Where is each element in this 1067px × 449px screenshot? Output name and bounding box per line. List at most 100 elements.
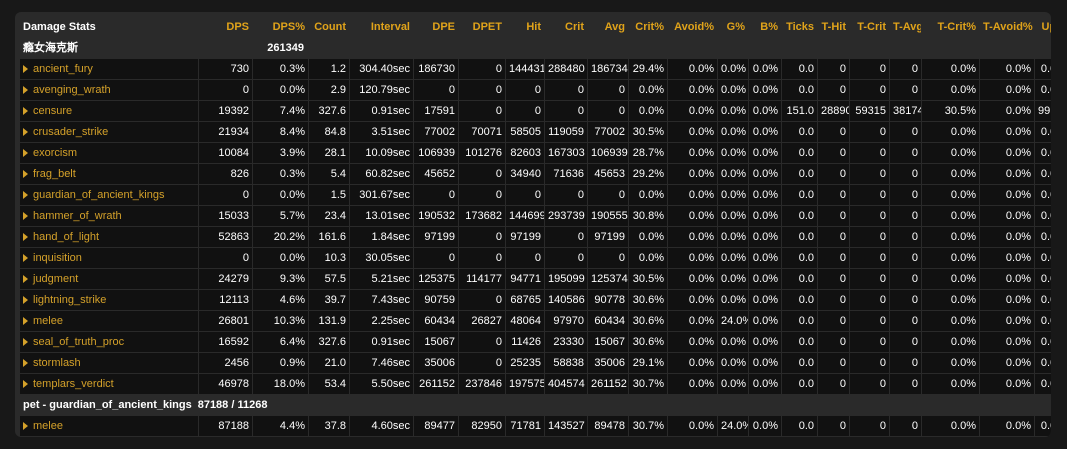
stat-cell: 301.67sec bbox=[350, 185, 413, 205]
ability-name-link[interactable]: seal_of_truth_proc bbox=[20, 332, 198, 352]
table-row[interactable]: melee 87188 4.4% 37.8 4.60sec 89477 82950 71781… bbox=[20, 416, 1051, 436]
triangle-right-icon[interactable] bbox=[23, 65, 28, 73]
stat-cell: 0 bbox=[588, 101, 628, 121]
stat-cell: 30.8% bbox=[629, 206, 667, 226]
triangle-right-icon[interactable] bbox=[23, 254, 28, 262]
table-row[interactable]: crusader_strike 21934 8.4% 84.8 3.51sec 77002… bbox=[20, 122, 1051, 142]
stat-cell: 0 bbox=[506, 248, 544, 268]
table-row[interactable]: templars_verdict 46978 18.0% 53.4 5.50sec 261… bbox=[20, 374, 1051, 394]
ability-name-link[interactable]: frag_belt bbox=[20, 164, 198, 184]
triangle-right-icon[interactable] bbox=[23, 296, 28, 304]
table-row[interactable]: frag_belt 826 0.3% 5.4 60.82sec 45652 0 34940 71… bbox=[20, 164, 1051, 184]
triangle-right-icon[interactable] bbox=[23, 86, 28, 94]
ability-name-link[interactable]: inquisition bbox=[20, 248, 198, 268]
triangle-right-icon[interactable] bbox=[23, 317, 28, 325]
triangle-right-icon[interactable] bbox=[23, 149, 28, 157]
stat-cell: 0.0% bbox=[718, 80, 748, 100]
triangle-right-icon[interactable] bbox=[23, 170, 28, 178]
stat-cell: 0 bbox=[890, 164, 921, 184]
stat-cell: 0.0% bbox=[668, 206, 717, 226]
stat-cell: 0 bbox=[818, 80, 849, 100]
stat-cell: 25235 bbox=[506, 353, 544, 373]
ability-name-link[interactable]: hammer_of_wrath bbox=[20, 206, 198, 226]
stat-cell: 38174 bbox=[890, 101, 921, 121]
stat-cell: 82950 bbox=[459, 416, 505, 436]
stat-cell: 0 bbox=[506, 101, 544, 121]
stat-cell: 0.3% bbox=[253, 59, 308, 79]
ability-name-link[interactable]: ancient_fury bbox=[20, 59, 198, 79]
triangle-right-icon[interactable] bbox=[23, 359, 28, 367]
ability-name-link[interactable]: exorcism bbox=[20, 143, 198, 163]
ability-name-link[interactable]: guardian_of_ancient_kings bbox=[20, 185, 198, 205]
triangle-right-icon[interactable] bbox=[23, 422, 28, 430]
column-header: B% bbox=[760, 21, 778, 33]
ability-name-link[interactable]: crusader_strike bbox=[20, 122, 198, 142]
table-row[interactable]: seal_of_truth_proc 16592 6.4% 327.6 0.91sec 1… bbox=[20, 332, 1051, 352]
ability-name: avenging_wrath bbox=[33, 84, 111, 96]
ability-name-link[interactable]: hand_of_light bbox=[20, 227, 198, 247]
stat-cell: 0.0% bbox=[749, 332, 781, 352]
table-row[interactable]: hammer_of_wrath 15033 5.7% 23.4 13.01sec 1905… bbox=[20, 206, 1051, 226]
stat-cell: 2.25sec bbox=[350, 311, 413, 331]
stat-cell: 2456 bbox=[199, 353, 252, 373]
stat-cell: 0 bbox=[459, 164, 505, 184]
ability-name-link[interactable]: lightning_strike bbox=[20, 290, 198, 310]
triangle-right-icon[interactable] bbox=[23, 191, 28, 199]
stat-cell: 261152 bbox=[588, 374, 628, 394]
stat-cell: 97199 bbox=[588, 227, 628, 247]
table-row[interactable]: stormlash 2456 0.9% 21.0 7.46sec 35006 0 25235 5… bbox=[20, 353, 1051, 373]
table-row[interactable]: avenging_wrath 0 0.0% 2.9 120.79sec 0 0 0 0 0 0.0%… bbox=[20, 80, 1051, 100]
table-row[interactable]: lightning_strike 12113 4.6% 39.7 7.43sec 9075… bbox=[20, 290, 1051, 310]
stat-cell: 1.5 bbox=[309, 185, 349, 205]
triangle-right-icon[interactable] bbox=[23, 107, 28, 115]
stat-cell: 0 bbox=[850, 374, 889, 394]
table-row[interactable]: guardian_of_ancient_kings 0 0.0% 1.5 301.67s… bbox=[20, 185, 1051, 205]
stat-cell: 0.0% bbox=[922, 416, 979, 436]
column-header: Hit bbox=[526, 21, 541, 33]
triangle-right-icon[interactable] bbox=[23, 275, 28, 283]
table-row[interactable]: melee 26801 10.3% 131.9 2.25sec 60434 26827 480… bbox=[20, 311, 1051, 331]
ability-name-link[interactable]: stormlash bbox=[20, 353, 198, 373]
table-row[interactable]: hand_of_light 52863 20.2% 161.6 1.84sec 97199… bbox=[20, 227, 1051, 247]
stat-cell: 35006 bbox=[414, 353, 458, 373]
stat-cell: 0.0% bbox=[718, 374, 748, 394]
table-row[interactable]: ancient_fury 730 0.3% 1.2 304.40sec 186730 0 14… bbox=[20, 59, 1051, 79]
stat-cell: 0 bbox=[890, 59, 921, 79]
stat-cell: 0 bbox=[850, 248, 889, 268]
triangle-right-icon[interactable] bbox=[23, 128, 28, 136]
stat-cell: 0 bbox=[890, 227, 921, 247]
table-row[interactable]: inquisition 0 0.0% 10.3 30.05sec 0 0 0 0 0 0.0% 0.0… bbox=[20, 248, 1051, 268]
stat-cell: 13.01sec bbox=[350, 206, 413, 226]
stat-cell: 0 bbox=[850, 416, 889, 436]
stat-cell: 0.0% bbox=[718, 143, 748, 163]
triangle-right-icon[interactable] bbox=[23, 380, 28, 388]
stat-cell: 0.0 bbox=[782, 248, 817, 268]
column-header: Avoid% bbox=[674, 21, 714, 33]
stat-cell: 131.9 bbox=[309, 311, 349, 331]
stat-cell: 0 bbox=[818, 59, 849, 79]
ability-name-link[interactable]: judgment bbox=[20, 269, 198, 289]
stat-cell: 144699 bbox=[506, 206, 544, 226]
table-row[interactable]: judgment 24279 9.3% 57.5 5.21sec 125375 114177… bbox=[20, 269, 1051, 289]
ability-name-link[interactable]: censure bbox=[20, 101, 198, 121]
triangle-right-icon[interactable] bbox=[23, 338, 28, 346]
stat-cell: 71636 bbox=[545, 164, 587, 184]
ability-name-link[interactable]: avenging_wrath bbox=[20, 80, 198, 100]
stat-cell: 0.0% bbox=[980, 311, 1034, 331]
ability-name: stormlash bbox=[33, 357, 81, 369]
stat-cell: 0 bbox=[545, 227, 587, 247]
ability-name: lightning_strike bbox=[33, 294, 107, 306]
triangle-right-icon[interactable] bbox=[23, 212, 28, 220]
stat-cell: 0.0% bbox=[718, 185, 748, 205]
table-row[interactable]: exorcism 10084 3.9% 28.1 10.09sec 106939 10127… bbox=[20, 143, 1051, 163]
table-row[interactable]: censure 19392 7.4% 327.6 0.91sec 17591 0 0 0 0 0.0… bbox=[20, 101, 1051, 121]
ability-name: crusader_strike bbox=[33, 126, 109, 138]
ability-name: melee bbox=[33, 315, 63, 327]
ability-name-link[interactable]: melee bbox=[20, 416, 198, 436]
ability-name-link[interactable]: melee bbox=[20, 311, 198, 331]
stat-cell: 0 bbox=[890, 353, 921, 373]
ability-name-link[interactable]: templars_verdict bbox=[20, 374, 198, 394]
triangle-right-icon[interactable] bbox=[23, 233, 28, 241]
stat-cell: 84.8 bbox=[309, 122, 349, 142]
stat-cell: 119059 bbox=[545, 122, 587, 142]
